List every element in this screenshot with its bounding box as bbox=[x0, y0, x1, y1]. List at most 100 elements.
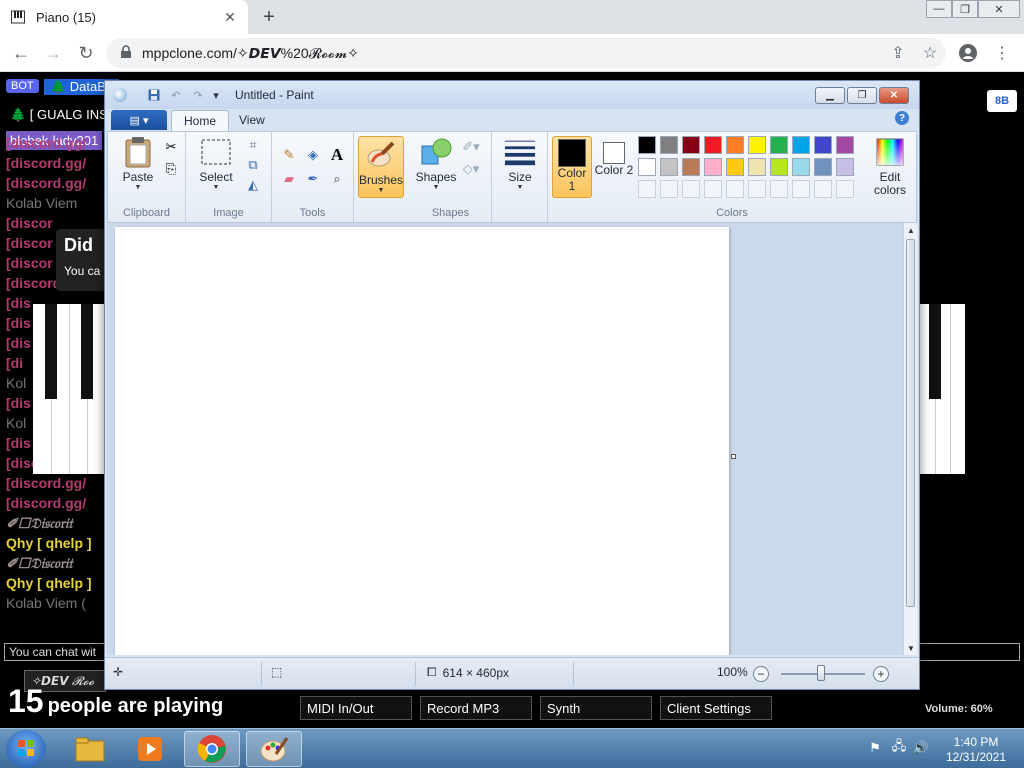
custom-color-slot[interactable] bbox=[814, 180, 832, 198]
browser-close-button[interactable]: ✕ bbox=[978, 0, 1020, 18]
menu-kebab-icon[interactable]: ⋮ bbox=[992, 43, 1012, 63]
palette-swatch[interactable] bbox=[792, 136, 810, 154]
black-key[interactable] bbox=[81, 304, 93, 399]
palette-swatch[interactable] bbox=[638, 158, 656, 176]
palette-swatch[interactable] bbox=[638, 136, 656, 154]
browser-tab-piano[interactable]: Piano (15) ✕ bbox=[0, 0, 248, 34]
save-icon[interactable] bbox=[147, 88, 161, 102]
paste-button[interactable]: Paste ▼ bbox=[118, 136, 158, 191]
user-gualg[interactable]: 🌲 [ GUALG INS bbox=[10, 107, 108, 123]
palette-swatch[interactable] bbox=[704, 158, 722, 176]
palette-swatch[interactable] bbox=[836, 136, 854, 154]
tab-home[interactable]: Home bbox=[171, 110, 230, 131]
scroll-up-icon[interactable]: ▲ bbox=[904, 223, 918, 237]
zoom-out-icon[interactable]: − bbox=[753, 666, 769, 682]
scroll-down-icon[interactable]: ▼ bbox=[904, 641, 918, 655]
forward-arrow-icon[interactable]: → bbox=[42, 42, 64, 64]
shapes-button[interactable]: Shapes ▼ bbox=[414, 136, 458, 191]
browser-restore-button[interactable]: ❐ bbox=[952, 0, 978, 18]
piano-keys-left[interactable] bbox=[33, 304, 105, 474]
record-mp3-button[interactable]: Record MP3 bbox=[420, 696, 532, 720]
profile-avatar-icon[interactable] bbox=[958, 43, 978, 63]
outline-icon[interactable]: ✐▾ bbox=[462, 138, 480, 156]
resize-icon[interactable]: ⧉ bbox=[244, 156, 262, 174]
fill-icon[interactable]: ◇▾ bbox=[462, 160, 480, 178]
paint-close-button[interactable]: ✕ bbox=[879, 87, 909, 104]
palette-swatch[interactable] bbox=[704, 136, 722, 154]
custom-color-slot[interactable] bbox=[660, 180, 678, 198]
qat-customize-icon[interactable]: ▾ bbox=[209, 88, 223, 102]
color1-button[interactable]: Color 1 bbox=[552, 136, 592, 198]
custom-color-slot[interactable] bbox=[748, 180, 766, 198]
media-player-taskbar-icon[interactable] bbox=[122, 731, 178, 767]
palette-swatch[interactable] bbox=[792, 158, 810, 176]
brushes-button[interactable]: Brushes ▼ bbox=[358, 136, 404, 198]
paint-maximize-button[interactable]: ❐ bbox=[847, 87, 877, 104]
new-tab-button[interactable]: + bbox=[258, 6, 280, 28]
explorer-taskbar-icon[interactable] bbox=[62, 731, 118, 767]
action-center-icon[interactable]: ⚑ bbox=[866, 739, 884, 757]
browser-minimize-button[interactable]: — bbox=[926, 0, 952, 18]
palette-swatch[interactable] bbox=[660, 136, 678, 154]
custom-color-slot[interactable] bbox=[726, 180, 744, 198]
custom-color-slot[interactable] bbox=[836, 180, 854, 198]
volume-label[interactable]: Volume: 60% bbox=[925, 703, 993, 715]
palette-swatch[interactable] bbox=[748, 136, 766, 154]
color2-button[interactable]: Color 2 bbox=[594, 136, 634, 198]
palette-swatch[interactable] bbox=[836, 158, 854, 176]
drawing-canvas[interactable] bbox=[115, 227, 729, 655]
size-button[interactable]: Size ▼ bbox=[498, 136, 542, 191]
palette-swatch[interactable] bbox=[770, 136, 788, 154]
fill-bucket-icon[interactable]: ◈ bbox=[304, 146, 322, 164]
cut-icon[interactable]: ✂ bbox=[162, 138, 180, 156]
palette-swatch[interactable] bbox=[726, 158, 744, 176]
start-button[interactable] bbox=[6, 730, 46, 768]
tab-view[interactable]: View bbox=[227, 110, 277, 131]
custom-color-slot[interactable] bbox=[638, 180, 656, 198]
chrome-taskbar-icon[interactable] bbox=[184, 731, 240, 767]
custom-color-slot[interactable] bbox=[792, 180, 810, 198]
bookmark-star-icon[interactable]: ☆ bbox=[920, 43, 940, 63]
midi-button[interactable]: MIDI In/Out bbox=[300, 696, 412, 720]
text-tool-icon[interactable]: A bbox=[328, 145, 346, 164]
palette-swatch[interactable] bbox=[726, 136, 744, 154]
palette-swatch[interactable] bbox=[814, 158, 832, 176]
pencil-icon[interactable]: ✎ bbox=[280, 146, 298, 164]
vertical-scrollbar[interactable]: ▲ ▼ bbox=[903, 223, 917, 655]
volume-icon[interactable]: 🔊 bbox=[912, 739, 930, 757]
select-button[interactable]: Select ▼ bbox=[194, 136, 238, 191]
black-key[interactable] bbox=[929, 304, 941, 399]
palette-swatch[interactable] bbox=[660, 158, 678, 176]
share-icon[interactable]: ⇪ bbox=[888, 43, 908, 63]
custom-color-slot[interactable] bbox=[682, 180, 700, 198]
zoom-in-icon[interactable]: + bbox=[873, 666, 889, 682]
redo-icon[interactable]: ↷ bbox=[191, 88, 205, 102]
scroll-thumb[interactable] bbox=[906, 239, 915, 607]
palette-swatch[interactable] bbox=[814, 136, 832, 154]
color-picker-icon[interactable]: ✒ bbox=[304, 170, 322, 188]
paint-minimize-button[interactable]: ▁ bbox=[815, 87, 845, 104]
back-arrow-icon[interactable]: ← bbox=[10, 42, 32, 64]
palette-swatch[interactable] bbox=[748, 158, 766, 176]
taskbar-clock[interactable]: 1:40 PM 12/31/2021 bbox=[930, 735, 1022, 765]
network-icon[interactable]: 🖧 bbox=[890, 738, 908, 757]
crop-icon[interactable]: ⌗ bbox=[244, 136, 262, 154]
file-menu-button[interactable]: ▤ ▾ bbox=[111, 110, 167, 130]
synth-button[interactable]: Synth bbox=[540, 696, 652, 720]
custom-color-slot[interactable] bbox=[704, 180, 722, 198]
piano-keys-right[interactable] bbox=[920, 304, 965, 474]
paint-app-icon[interactable] bbox=[113, 88, 127, 102]
custom-color-slot[interactable] bbox=[770, 180, 788, 198]
canvas-resize-handle[interactable] bbox=[731, 454, 736, 459]
help-icon[interactable]: ? bbox=[895, 111, 909, 125]
black-key[interactable] bbox=[45, 304, 57, 399]
tab-close-icon[interactable]: ✕ bbox=[222, 9, 238, 25]
palette-swatch[interactable] bbox=[770, 158, 788, 176]
eraser-icon[interactable]: ▰ bbox=[280, 170, 298, 188]
reload-icon[interactable]: ↻ bbox=[75, 42, 97, 64]
paint-taskbar-icon[interactable] bbox=[246, 731, 302, 767]
rotate-icon[interactable]: ◭ bbox=[244, 176, 262, 194]
undo-icon[interactable]: ↶ bbox=[169, 88, 183, 102]
bb-button[interactable]: 8B bbox=[987, 90, 1017, 112]
zoom-slider-thumb[interactable] bbox=[817, 665, 825, 681]
